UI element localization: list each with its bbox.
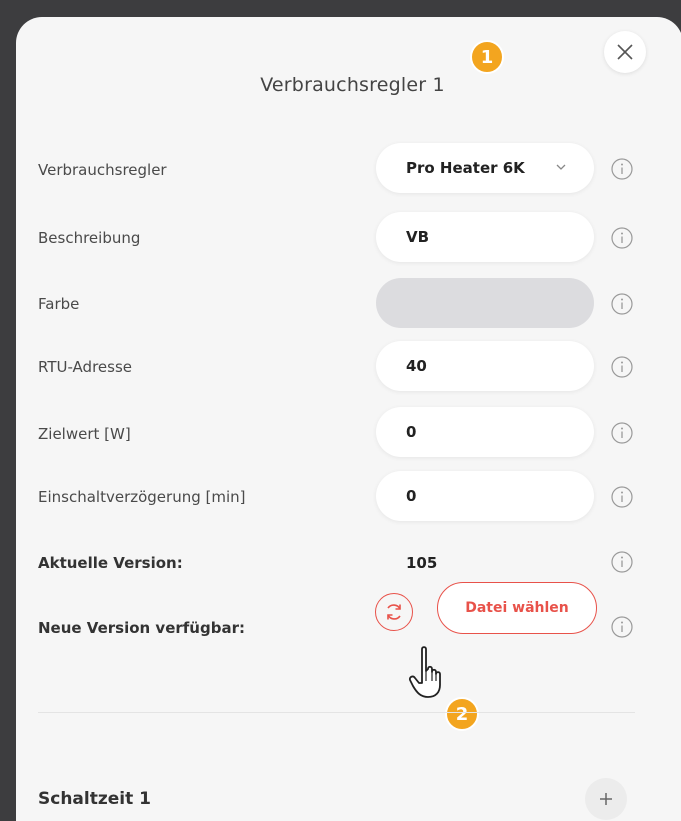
- chevron-down-icon: [556, 164, 566, 170]
- beschreibung-label: Beschreibung: [38, 229, 141, 247]
- info-icon[interactable]: [610, 485, 634, 509]
- file-select-button[interactable]: Datei wählen: [437, 582, 597, 634]
- rtu-adresse-value: 40: [406, 357, 427, 375]
- refresh-button[interactable]: [375, 593, 413, 631]
- step-badge-1: 1: [470, 40, 504, 74]
- dialog-title: Verbrauchsregler 1: [260, 74, 445, 96]
- zielwert-input[interactable]: 0: [376, 407, 594, 457]
- info-icon[interactable]: [610, 421, 634, 445]
- verbrauchsregler-select[interactable]: Pro Heater 6K: [376, 143, 594, 193]
- zielwert-value: 0: [406, 423, 417, 441]
- beschreibung-input[interactable]: VB: [376, 212, 594, 262]
- rtu-adresse-input[interactable]: 40: [376, 341, 594, 391]
- info-icon[interactable]: [610, 157, 634, 181]
- info-icon[interactable]: [610, 615, 634, 639]
- schaltzeit-title: Schaltzeit 1: [38, 789, 151, 809]
- verbrauchsregler-value: Pro Heater 6K: [406, 159, 525, 177]
- rtu-adresse-label: RTU-Adresse: [38, 358, 132, 376]
- einschaltverzoegerung-input[interactable]: 0: [376, 471, 594, 521]
- add-schaltzeit-button[interactable]: [585, 778, 627, 820]
- aktuelle-version-value: 105: [406, 554, 438, 572]
- einschaltverzoegerung-label: Einschaltverzögerung [min]: [38, 488, 246, 506]
- neue-version-label: Neue Version verfügbar:: [38, 619, 245, 637]
- farbe-label: Farbe: [38, 295, 80, 313]
- info-icon[interactable]: [610, 355, 634, 379]
- aktuelle-version-label: Aktuelle Version:: [38, 554, 183, 572]
- info-icon[interactable]: [610, 292, 634, 316]
- close-button[interactable]: [604, 31, 646, 73]
- refresh-icon: [387, 604, 401, 620]
- hand-cursor-icon: [408, 646, 441, 698]
- plus-icon: [600, 793, 612, 805]
- beschreibung-value: VB: [406, 228, 430, 246]
- step-badge-2: 2: [445, 697, 479, 731]
- farbe-color-picker[interactable]: [376, 278, 594, 328]
- einschaltverzoegerung-value: 0: [406, 487, 417, 505]
- section-divider: [38, 712, 635, 713]
- info-icon[interactable]: [610, 226, 634, 250]
- close-icon: [617, 44, 633, 60]
- zielwert-label: Zielwert [W]: [38, 425, 131, 443]
- verbrauchsregler-label: Verbrauchsregler: [38, 161, 167, 179]
- info-icon[interactable]: [610, 550, 634, 574]
